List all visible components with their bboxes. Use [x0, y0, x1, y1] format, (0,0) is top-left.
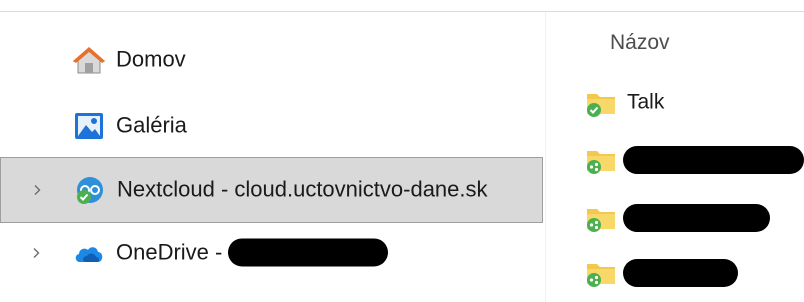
navigation-pane: Domov Galéria Nextcloud - cloud.uctovnic… [0, 12, 545, 302]
list-item[interactable] [546, 135, 804, 185]
folder-shared-icon [587, 264, 615, 287]
redaction-bar [623, 146, 804, 174]
nav-item-onedrive[interactable]: OneDrive - [0, 220, 543, 286]
file-explorer-window: Domov Galéria Nextcloud - cloud.uctovnic… [0, 0, 804, 302]
home-icon [72, 47, 106, 74]
gallery-icon [75, 113, 103, 139]
redaction-bar [623, 259, 738, 287]
chevron-right-icon[interactable] [31, 184, 43, 196]
nav-item-gallery[interactable]: Galéria [0, 93, 543, 159]
file-list-pane: Názov Talk [546, 12, 804, 302]
nav-item-home[interactable]: Domov [0, 27, 543, 93]
onedrive-icon [75, 247, 103, 262]
nav-item-nextcloud[interactable]: Nextcloud - cloud.uctovnictvo-dane.sk [0, 157, 543, 223]
file-name: Talk [627, 90, 665, 114]
redaction-bar [228, 238, 389, 267]
nextcloud-icon [77, 177, 103, 204]
redaction-bar [623, 204, 770, 232]
column-header-name[interactable]: Názov [610, 31, 670, 55]
list-item[interactable]: Talk [546, 78, 804, 128]
folder-shared-icon [587, 151, 615, 174]
nav-item-label: Nextcloud - cloud.uctovnictvo-dane.sk [117, 176, 488, 202]
list-item[interactable] [546, 193, 804, 243]
list-item[interactable] [546, 248, 804, 298]
chevron-right-icon[interactable] [30, 247, 42, 259]
nav-item-label: Domov [116, 46, 186, 72]
nav-item-label: OneDrive - [116, 238, 389, 267]
onedrive-label-text: OneDrive - [116, 239, 223, 265]
folder-synced-icon [587, 94, 615, 117]
nav-item-label: Galéria [116, 112, 187, 138]
folder-shared-icon [587, 209, 615, 232]
